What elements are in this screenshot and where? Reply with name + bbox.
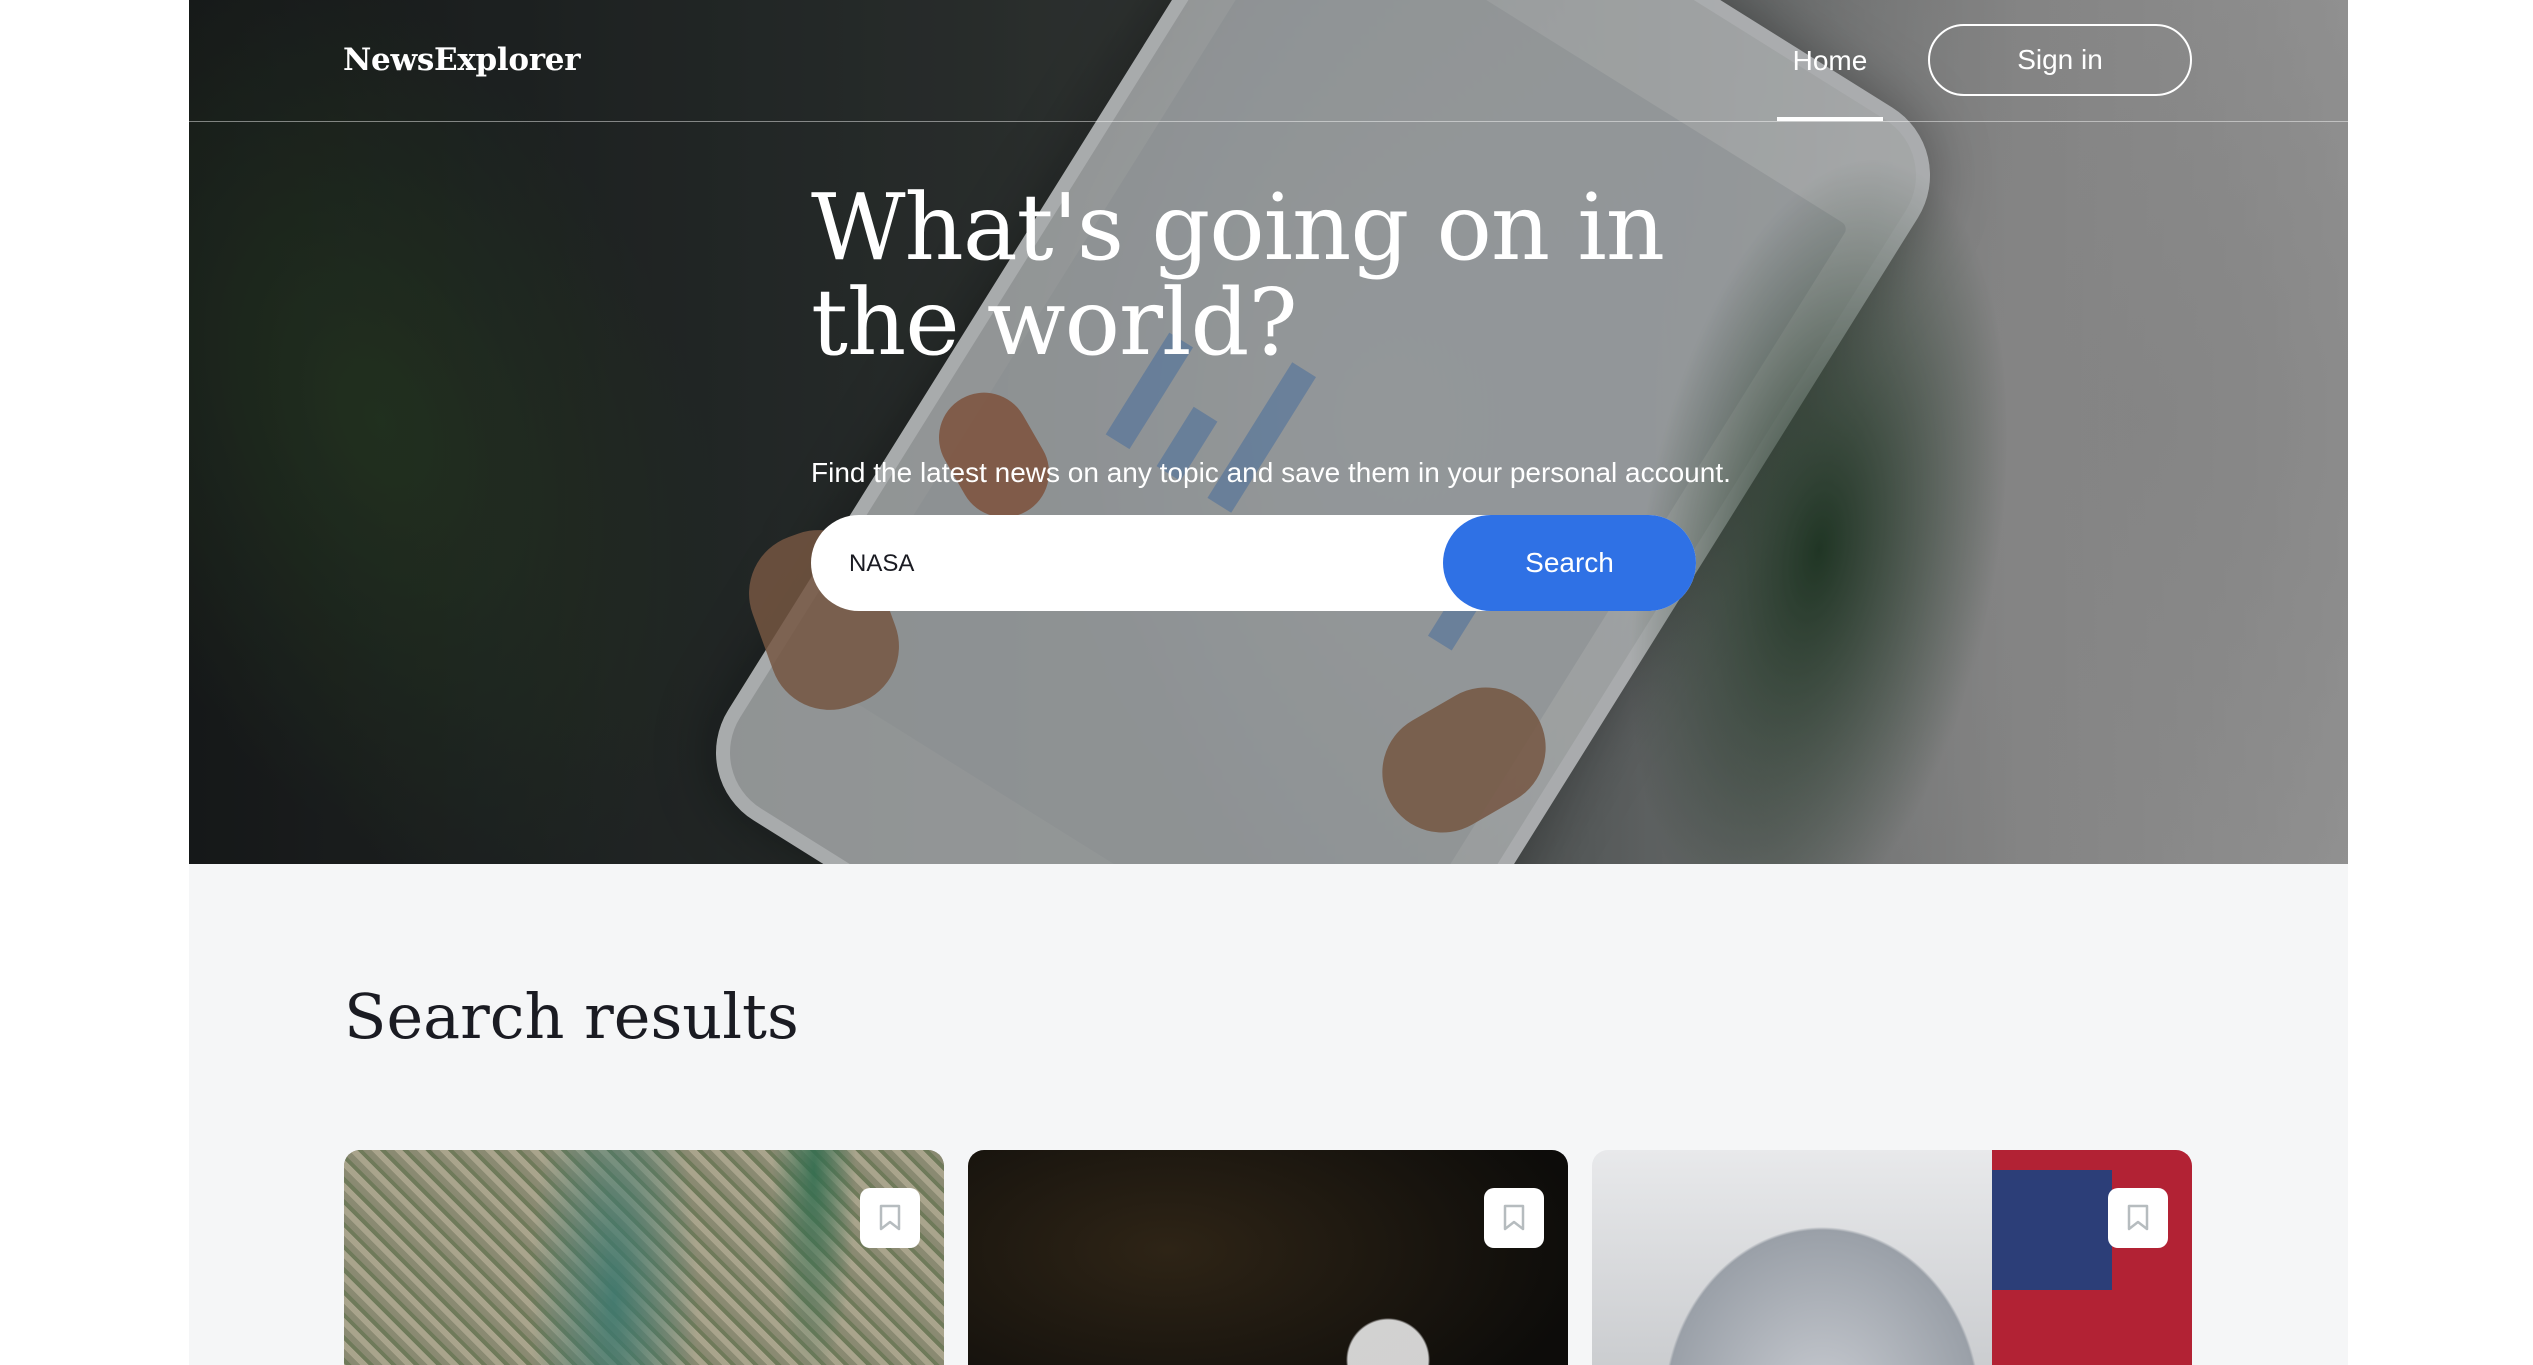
bookmark-button[interactable] <box>1484 1188 1544 1248</box>
card-image-aerial-map <box>344 1150 944 1365</box>
hero-title: What's going on in the world? <box>811 174 1665 376</box>
search-results-title: Search results <box>344 980 799 1053</box>
bookmark-button[interactable] <box>860 1188 920 1248</box>
bookmark-icon <box>879 1204 901 1231</box>
hero-section: NewsExplorer Home Sign in What's going o… <box>189 0 2348 864</box>
bookmark-icon <box>1503 1204 1525 1231</box>
news-card[interactable] <box>968 1150 1568 1365</box>
search-button[interactable]: Search <box>1443 515 1696 611</box>
news-card[interactable] <box>1592 1150 2192 1365</box>
search-input[interactable] <box>847 515 1431 613</box>
hero-overlay <box>189 0 2348 864</box>
news-card[interactable] <box>344 1150 944 1365</box>
bookmark-button[interactable] <box>2108 1188 2168 1248</box>
sign-in-button[interactable]: Sign in <box>1928 24 2192 96</box>
page: NewsExplorer Home Sign in What's going o… <box>189 0 2348 1365</box>
card-image-spacecraft <box>968 1150 1568 1365</box>
bookmark-icon <box>2127 1204 2149 1231</box>
site-header: NewsExplorer Home Sign in <box>189 0 2348 122</box>
logo[interactable]: NewsExplorer <box>343 42 581 78</box>
search-form: Search <box>811 515 1696 613</box>
nav-home-link[interactable]: Home <box>1777 0 1883 121</box>
flag-image-detail <box>1992 1170 2112 1290</box>
hero-subtitle: Find the latest news on any topic and sa… <box>811 457 1731 488</box>
